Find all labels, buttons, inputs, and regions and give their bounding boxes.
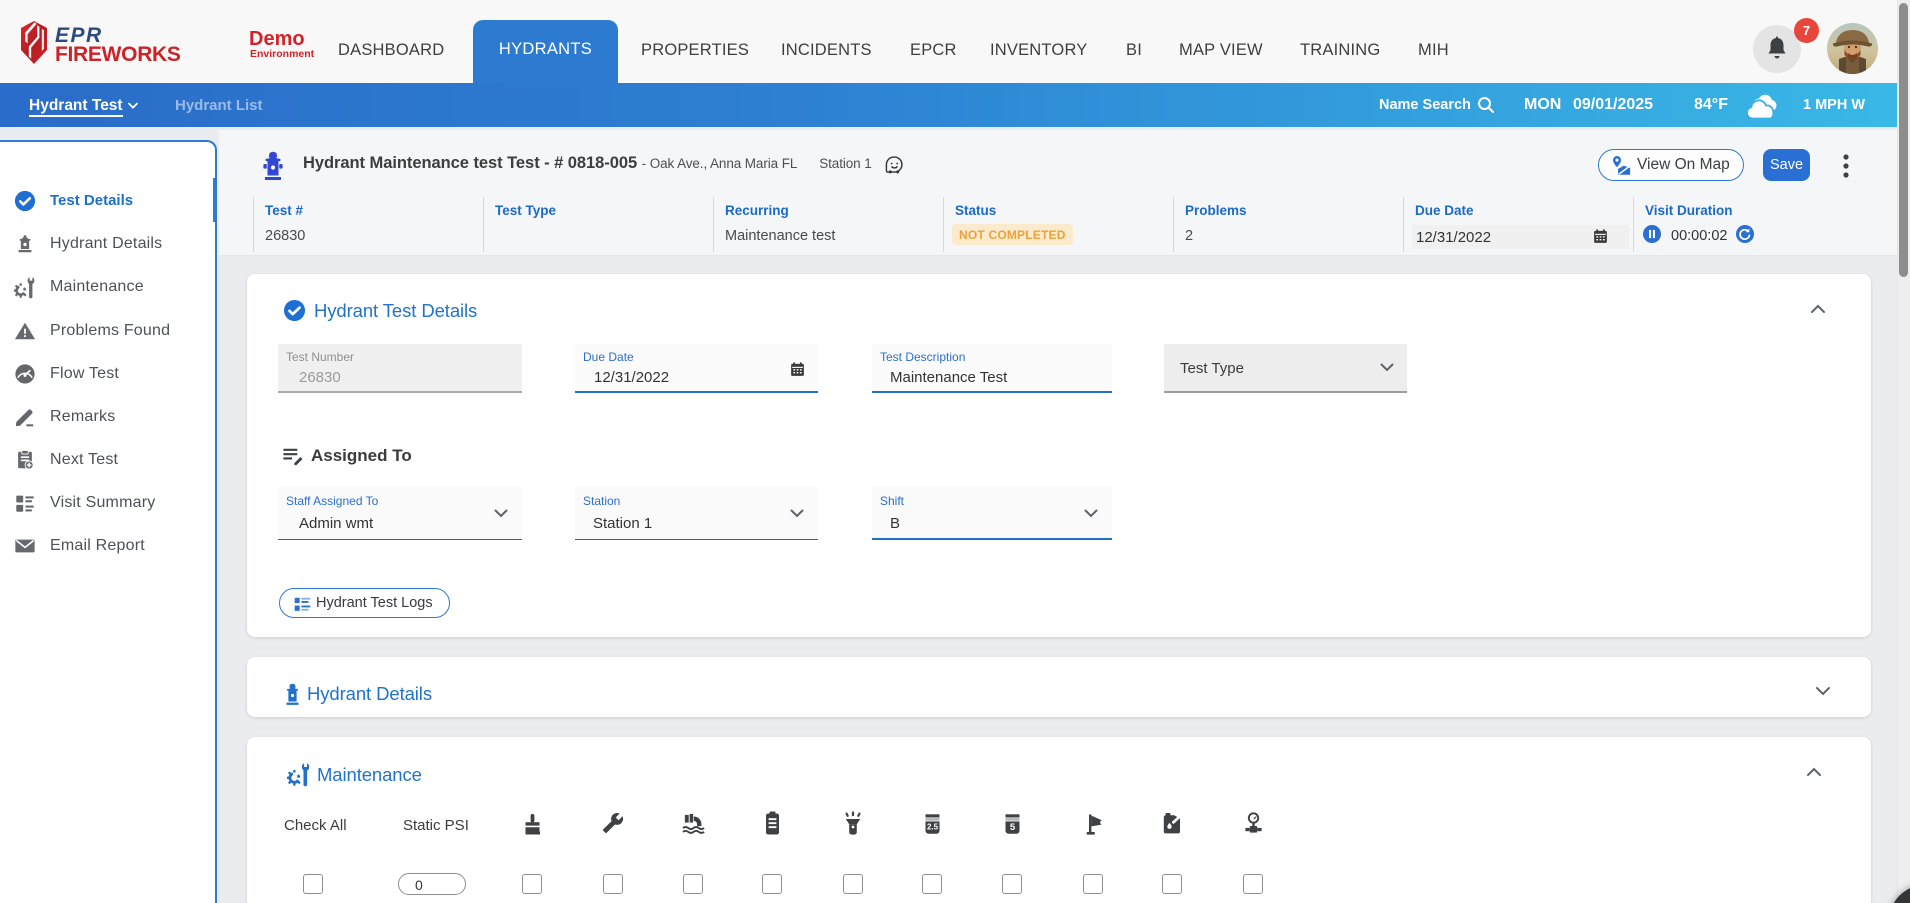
svg-text:5: 5 bbox=[1010, 822, 1016, 833]
svg-text:2.5: 2.5 bbox=[927, 822, 939, 831]
